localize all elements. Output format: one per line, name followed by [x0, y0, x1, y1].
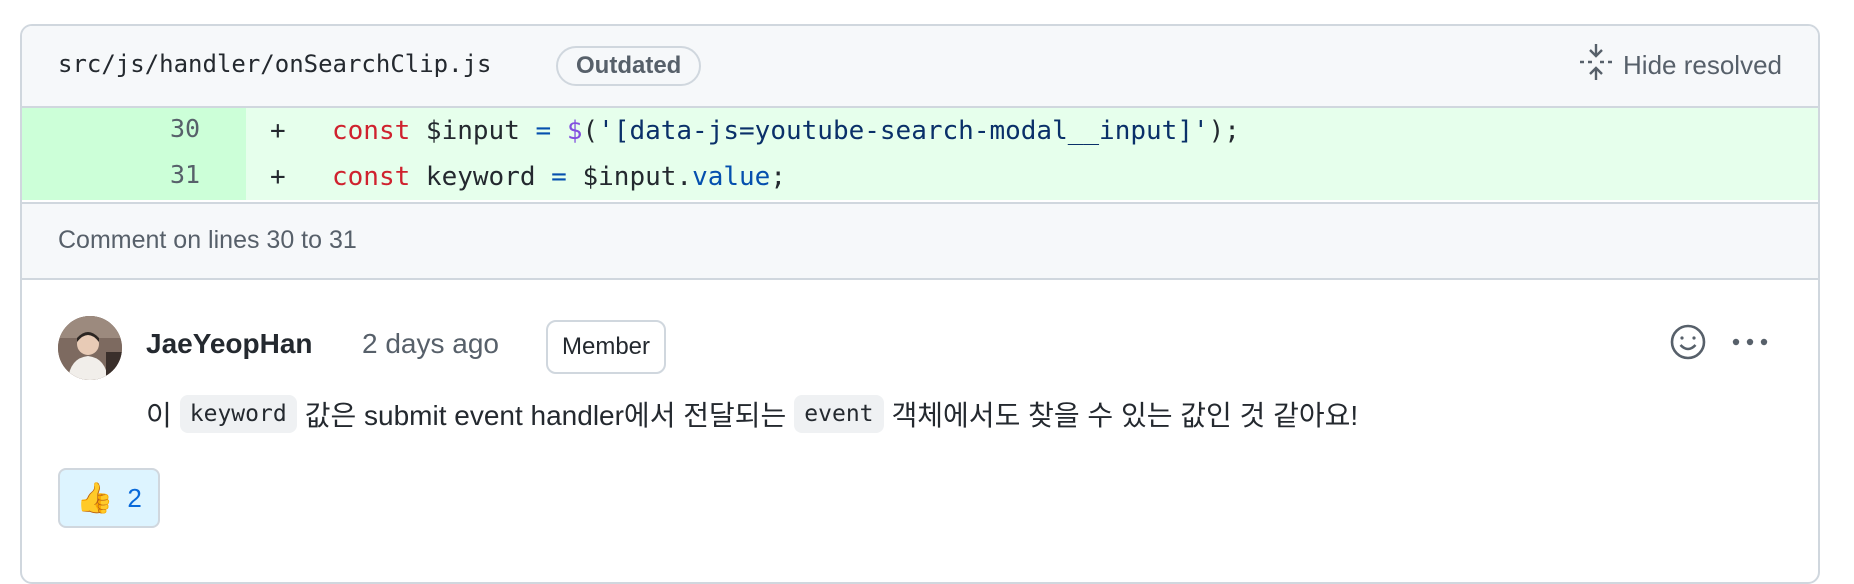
- smiley-icon: [1666, 324, 1710, 368]
- diff-line-30: 30 + const $input = $('[data-js=youtube-…: [22, 108, 1818, 154]
- code-token: $input: [410, 116, 536, 146]
- code-token: value: [692, 162, 771, 192]
- code-token: '[data-js=youtube-search-modal__input]': [598, 116, 1209, 146]
- review-comment: JaeYeopHan 2 days ago Member 이 keyword 값…: [22, 280, 1818, 582]
- diff-line-31: 31 + const keyword = $input.value;: [22, 154, 1818, 200]
- comment-timestamp[interactable]: 2 days ago: [362, 328, 499, 360]
- file-header: src/js/handler/onSearchClip.js Outdated …: [22, 26, 1818, 108]
- code-token: $: [566, 116, 583, 146]
- comment-text: 객체에서도 찾을 수 있는 값인 것 같아요!: [891, 400, 1359, 431]
- collapse-icon: [1579, 43, 1613, 88]
- inline-code: event: [794, 395, 884, 433]
- kebab-horizontal-icon: [1728, 338, 1772, 368]
- code-token: (: [582, 116, 599, 146]
- code-line: const keyword = $input.value;: [332, 162, 786, 192]
- code-line: const $input = $('[data-js=youtube-searc…: [332, 116, 1240, 146]
- line-number[interactable]: 31: [170, 160, 200, 189]
- diff-marker: +: [270, 116, 286, 146]
- line-number[interactable]: 30: [170, 114, 200, 143]
- diff-gutter: [22, 154, 246, 200]
- comment-context-label: Comment on lines 30 to 31: [58, 226, 357, 254]
- inline-code: keyword: [179, 395, 297, 433]
- code-token: );: [1208, 116, 1240, 146]
- outdated-badge: Outdated: [556, 46, 702, 86]
- reaction-count: 2: [127, 482, 142, 513]
- comment-context: Comment on lines 30 to 31: [22, 202, 1818, 280]
- member-badge: Member: [546, 320, 667, 374]
- comment-options-button[interactable]: [1728, 320, 1772, 364]
- comment-author[interactable]: JaeYeopHan: [146, 328, 313, 360]
- thumbs-up-reaction-button[interactable]: 👍 2: [58, 468, 160, 528]
- comment-text: 값은 submit event handler에서 전달되는: [304, 400, 787, 431]
- code-token: const: [332, 162, 411, 192]
- code-token: keyword: [410, 162, 552, 192]
- comment-text: 이: [146, 400, 172, 431]
- diff-gutter: [22, 108, 246, 154]
- add-reaction-button[interactable]: [1666, 320, 1710, 364]
- code-token: =: [551, 162, 567, 192]
- thumbs-up-icon: 👍: [76, 481, 114, 515]
- hide-resolved-label: Hide resolved: [1623, 49, 1782, 80]
- avatar[interactable]: [58, 316, 122, 380]
- code-token: $input.: [566, 162, 693, 192]
- code-token: =: [535, 116, 552, 146]
- comment-body: 이 keyword 값은 submit event handler에서 전달되는…: [146, 394, 1358, 434]
- diff-marker: +: [270, 162, 286, 192]
- code-token: ;: [770, 162, 786, 192]
- review-thread-card: src/js/handler/onSearchClip.js Outdated …: [20, 24, 1820, 584]
- hide-resolved-button[interactable]: Hide resolved: [1579, 42, 1782, 88]
- file-path-link[interactable]: src/js/handler/onSearchClip.js: [58, 50, 491, 78]
- code-token: const: [332, 116, 411, 146]
